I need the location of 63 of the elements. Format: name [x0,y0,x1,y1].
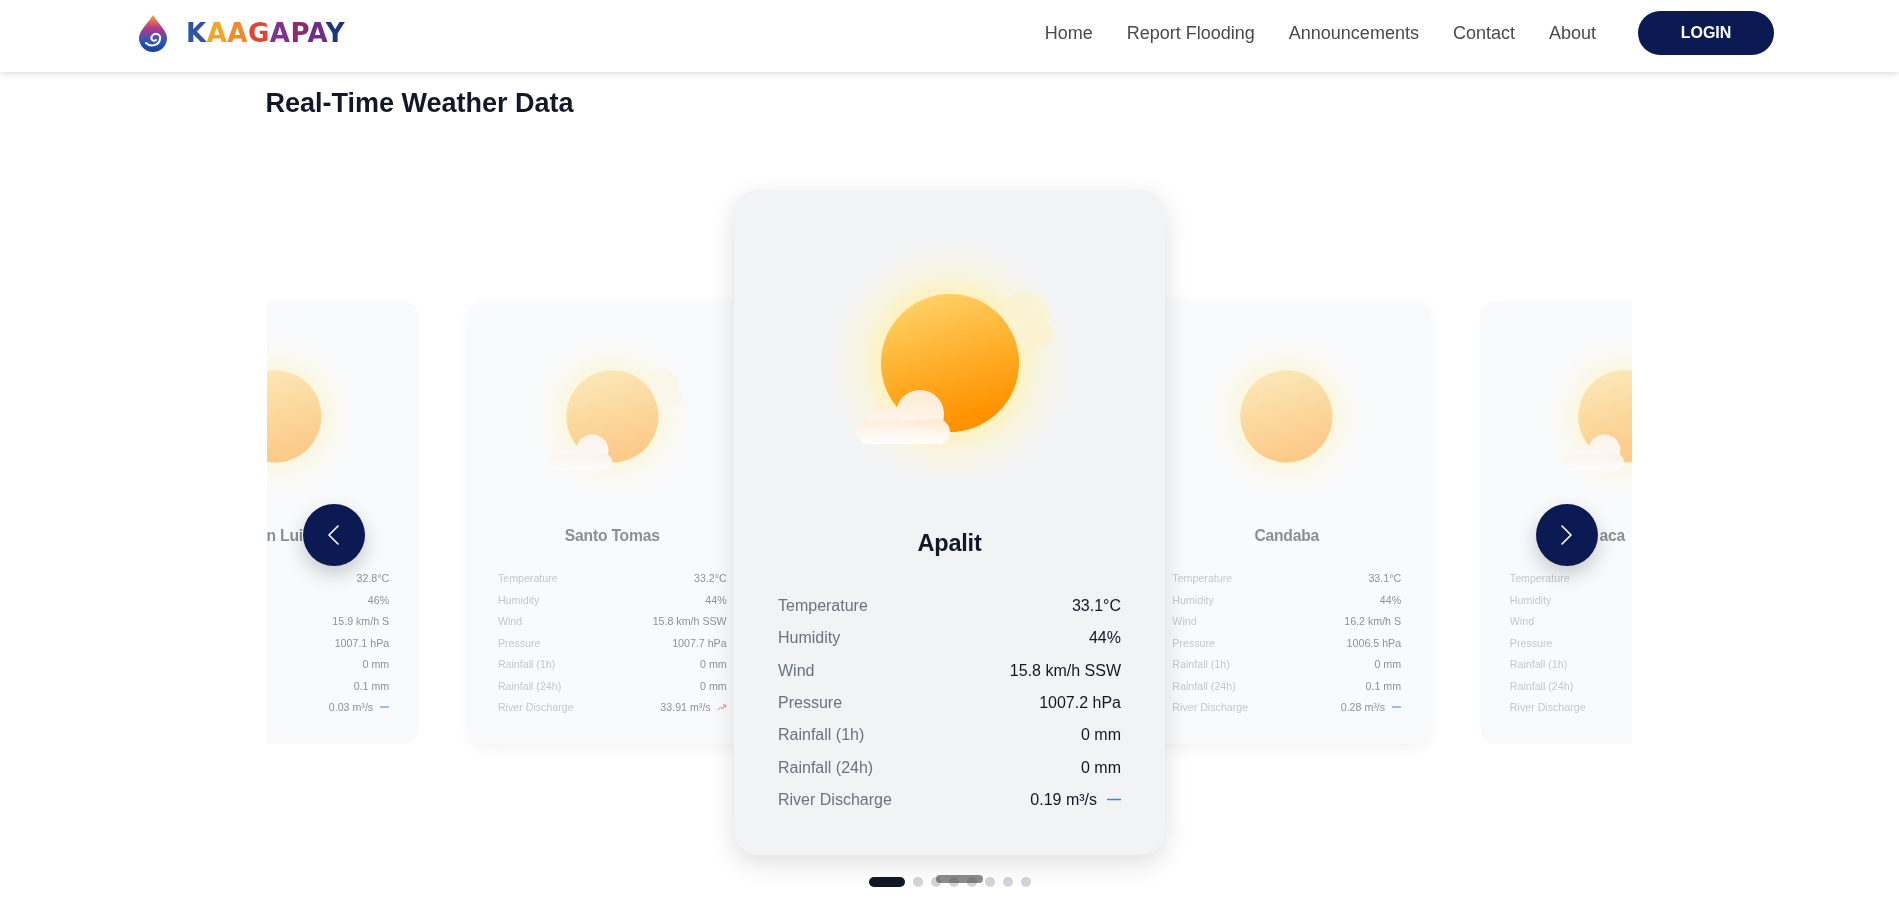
reading-value: 33.91 m³/s [660,701,711,714]
reading-value: 44% [1379,593,1402,606]
reading-value: 0 mm [700,679,727,692]
reading-label: Temperature [778,597,868,616]
reading-value: 1007.2 hPa [1039,694,1121,712]
page-dot[interactable] [1002,877,1013,887]
reading-value: 15.9 km/h S [332,615,390,628]
flat-line-icon [1391,706,1402,709]
reading-label: Rainfall (1h) [778,726,865,745]
reading-value: 16.2 km/h S [1344,615,1402,628]
page-dot[interactable] [966,877,977,887]
section-title: Real-Time Weather Data [265,88,574,118]
reading-value: 0.28 m³/s [1340,701,1386,714]
login-button[interactable]: LOGIN [1638,11,1774,55]
nav-link[interactable]: Contact [1452,22,1515,44]
reading-label: Rainfall (24h) [778,758,874,777]
nav-link[interactable]: Home [1044,22,1093,44]
reading-value: 44% [1088,629,1121,648]
nav-link[interactable]: Announcements [1288,22,1419,44]
station-name: n Lui [266,526,303,547]
nav-link[interactable]: Report Flooding [1126,22,1255,44]
reading-value: 0.1 mm [1365,679,1402,692]
reading-value: 1006.5 hPa [1346,636,1402,649]
reading-value: 15.8 km/h SSW [652,615,727,628]
station-name: Santo Tomas [564,526,660,547]
page-dot[interactable] [930,877,941,887]
brand-name: KAAGAPAY [186,18,345,48]
reading-value: 32.8°C [356,572,390,585]
reading-value: 1007.1 hPa [334,636,390,649]
reading-label: Wind [778,661,815,680]
chevron-left-icon [328,525,339,545]
reading-label: Humidity [778,629,841,648]
reading-value: 33.2°C [693,572,727,585]
reading-value: 1007.7 hPa [672,636,727,649]
page-dot[interactable] [1020,877,1031,887]
reading-label: Pressure [778,694,843,712]
reading-value: 44% [705,593,727,606]
chevron-right-icon [1561,525,1572,545]
station-name: aca [1599,526,1625,547]
drop-logo-icon [138,14,168,52]
reading-value: 0 mm [1374,658,1402,671]
overlay-bar [935,875,983,883]
station-name: Apalit [917,528,982,558]
page-dot[interactable] [912,877,923,887]
station-name: Candaba [1254,526,1320,547]
reading-value: 33.1°C [1071,597,1121,616]
page-dot[interactable] [948,877,959,887]
reading-value: 0.1 mm [353,679,390,692]
reading-value: 0 mm [700,658,727,671]
reading-value: 46% [367,593,390,606]
reading-value: 15.8 km/h SSW [1009,661,1121,680]
trend-up-icon [717,704,727,711]
reading-value: 0 mm [362,658,390,671]
flat-line-icon [1107,798,1121,802]
flat-line-icon [379,706,390,709]
reading-value: 0 mm [1081,758,1121,777]
reading-value: 0 mm [1081,726,1121,745]
reading-label: River Discharge [778,790,892,809]
reading-value: 0.03 m³/s [328,701,374,714]
page-dot[interactable] [984,877,995,887]
reading-value: 33.1°C [1368,572,1402,585]
nav-link[interactable]: About [1548,22,1596,44]
reading-value: 0.19 m³/s [1030,790,1097,809]
